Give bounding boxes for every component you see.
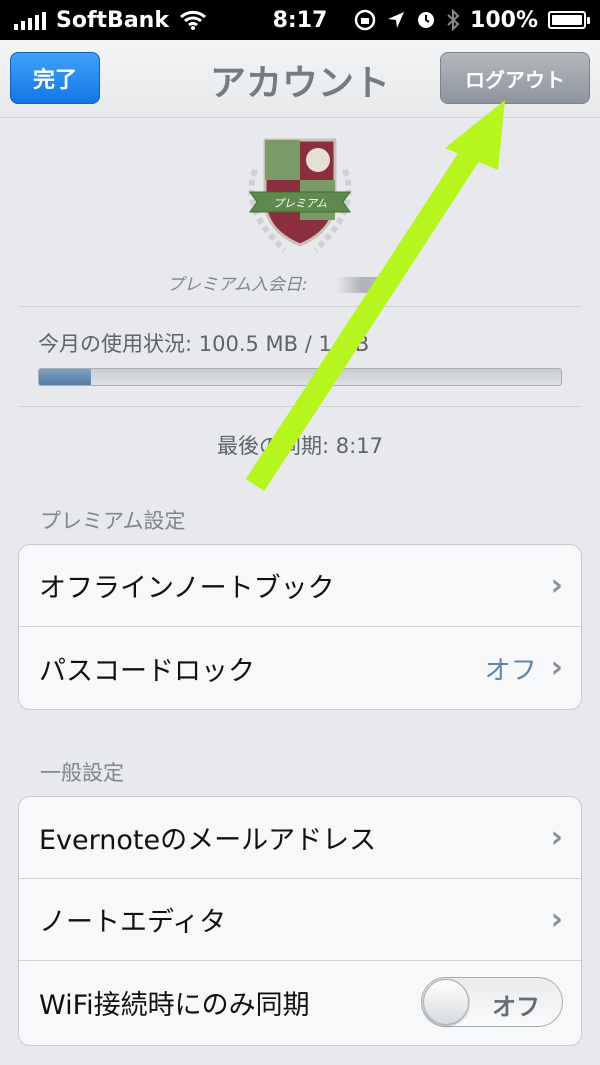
- wifi-icon: [179, 10, 206, 30]
- carrier-label: SoftBank: [56, 7, 169, 33]
- cell-label: オフラインノートブック: [39, 573, 335, 604]
- toggle-state-label: オフ: [492, 993, 540, 1021]
- premium-settings-header: プレミアム設定: [40, 509, 186, 533]
- cell-label: ノートエディタ: [39, 907, 227, 938]
- badge-text: プレミアム: [273, 197, 327, 210]
- usage-label: 今月の使用状況: 100.5 MB / 1 GB: [38, 332, 370, 356]
- divider: [18, 306, 582, 307]
- offline-notebooks-cell[interactable]: オフラインノートブック ›: [19, 545, 581, 627]
- chevron-right-icon: ›: [550, 819, 563, 855]
- premium-since-label: プレミアム入会日:: [167, 275, 308, 295]
- battery-percent: 100%: [470, 7, 538, 33]
- passcode-lock-value: オフ: [484, 655, 537, 686]
- evernote-email-cell[interactable]: Evernoteのメールアドレス ›: [19, 797, 581, 879]
- cell-label: Evernoteのメールアドレス: [39, 825, 377, 856]
- usage-progress-fill: [39, 369, 92, 385]
- logout-button[interactable]: ログアウト: [440, 52, 590, 104]
- usage-progress-bar: [38, 368, 562, 386]
- signal-icon: [14, 10, 46, 30]
- battery-icon: [548, 11, 590, 29]
- wifi-sync-only-cell: WiFi接続時にのみ同期 オフ: [19, 961, 581, 1043]
- premium-settings-group: オフラインノートブック › パスコードロック オフ ›: [18, 544, 582, 710]
- status-bar: SoftBank 8:17 100%: [0, 0, 600, 40]
- note-editor-cell[interactable]: ノートエディタ ›: [19, 879, 581, 961]
- bluetooth-icon: [447, 9, 460, 31]
- last-sync-label: 最後の同期: 8:17: [217, 434, 383, 458]
- chevron-right-icon: ›: [550, 650, 563, 685]
- premium-badge-icon: プレミアム: [248, 138, 352, 253]
- navigation-bar: 完了 アカウント ログアウト: [0, 40, 600, 118]
- location-icon: [388, 12, 405, 28]
- toggle-knob: [423, 979, 469, 1025]
- redacted-date: [312, 277, 433, 293]
- chevron-right-icon: ›: [550, 901, 563, 937]
- chevron-right-icon: ›: [550, 567, 563, 603]
- divider: [18, 406, 582, 407]
- premium-since: プレミアム入会日:: [0, 270, 600, 295]
- premium-badge-area: プレミアム: [0, 130, 600, 280]
- cell-label: WiFi接続時にのみ同期: [39, 989, 310, 1021]
- passcode-lock-cell[interactable]: パスコードロック オフ ›: [19, 627, 581, 709]
- general-settings-group: Evernoteのメールアドレス › ノートエディタ › WiFi接続時にのみ同…: [18, 796, 582, 1046]
- wifi-sync-toggle[interactable]: オフ: [421, 977, 563, 1027]
- rotation-lock-icon: [354, 9, 376, 31]
- general-settings-header: 一般設定: [40, 761, 124, 785]
- cell-label: パスコードロック: [39, 655, 255, 687]
- alarm-icon: [418, 12, 435, 28]
